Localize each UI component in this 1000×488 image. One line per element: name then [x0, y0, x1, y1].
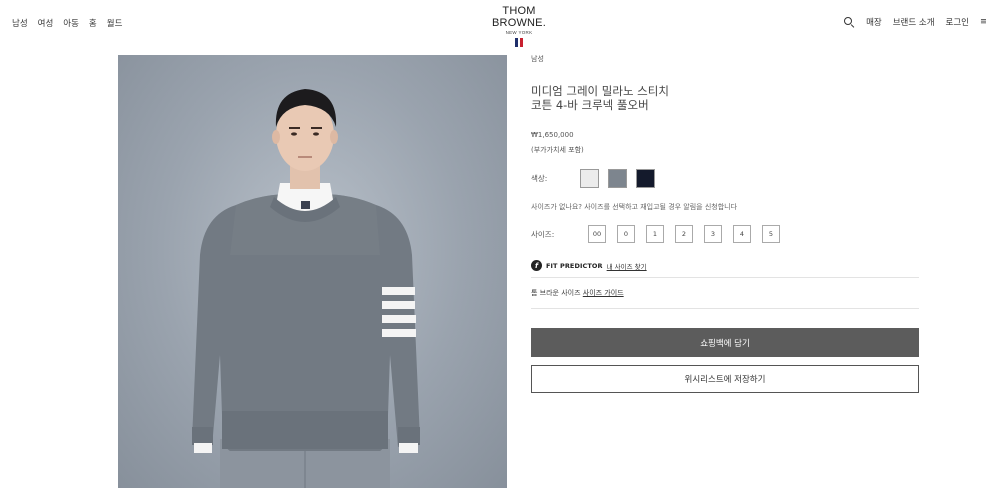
size-option-2[interactable]: 2 — [675, 225, 693, 243]
menu-icon[interactable]: ≡ — [980, 17, 986, 27]
nav-kids[interactable]: 아동 — [63, 17, 79, 29]
product-price: ₩1,650,000 — [531, 131, 574, 139]
main-nav: 남성 여성 아동 홈 월드 — [12, 17, 122, 29]
size-guide-row: 톰 브라운 사이즈 사이즈 가이드 — [531, 288, 919, 300]
size-option-00[interactable]: 00 — [588, 225, 606, 243]
swatch-light-gray[interactable] — [580, 169, 599, 188]
tricolor-stripe-icon — [477, 38, 561, 47]
size-option-1[interactable]: 1 — [646, 225, 664, 243]
size-option-3[interactable]: 3 — [704, 225, 722, 243]
nav-login[interactable]: 로그인 — [946, 16, 969, 28]
color-label: 색상: — [531, 174, 548, 183]
model-sweater-illustration — [192, 89, 420, 488]
divider — [531, 277, 919, 278]
nav-home[interactable]: 홈 — [89, 17, 97, 29]
size-notify-note[interactable]: 사이즈가 없나요? 사이즈를 선택하고 재입고될 경우 알림을 신청합니다 — [531, 202, 919, 212]
fit-predictor-icon: f — [531, 260, 542, 271]
nav-world[interactable]: 월드 — [107, 17, 123, 29]
nav-stores[interactable]: 매장 — [866, 16, 882, 28]
breadcrumb[interactable]: 남성 — [531, 54, 919, 64]
add-to-wishlist-button[interactable]: 위시리스트에 저장하기 — [531, 365, 919, 393]
size-option-0[interactable]: 0 — [617, 225, 635, 243]
product-image[interactable] — [118, 55, 507, 488]
size-label: 사이즈: — [531, 229, 555, 239]
product-details: 남성 미디엄 그레이 밀라노 스티치 코튼 4-바 크루넥 풀오버 ₩1,650… — [531, 54, 919, 393]
add-to-bag-button[interactable]: 쇼핑백에 담기 — [531, 328, 919, 357]
brand-subtitle: NEW YORK — [505, 30, 533, 35]
size-guide-text: 톰 브라운 사이즈 — [531, 289, 581, 297]
site-header: 남성 여성 아동 홈 월드 THOM BROWNE. NEW YORK 매장 브… — [0, 0, 1000, 48]
nav-about-brand[interactable]: 브랜드 소개 — [893, 16, 935, 28]
swatch-navy[interactable] — [636, 169, 655, 188]
product-title-line-2: 코튼 4-바 크루넥 풀오버 — [531, 98, 649, 112]
size-option-5[interactable]: 5 — [762, 225, 780, 243]
nav-men[interactable]: 남성 — [12, 17, 28, 29]
swatch-medium-gray[interactable] — [608, 169, 627, 188]
color-selector: 색상: — [531, 169, 919, 188]
brand-name: THOM BROWNE. — [492, 5, 546, 29]
divider — [531, 308, 919, 309]
fit-predictor-label: FIT PREDICTOR — [546, 261, 603, 270]
tax-note: (부가가치세 포함) — [531, 146, 584, 154]
nav-women[interactable]: 여성 — [38, 17, 54, 29]
size-guide-link[interactable]: 사이즈 가이드 — [583, 289, 624, 297]
find-my-size-link[interactable]: 내 사이즈 찾기 — [607, 261, 647, 271]
brand-logo[interactable]: THOM BROWNE. NEW YORK — [477, 5, 561, 47]
utility-nav: 매장 브랜드 소개 로그인 ≡ — [843, 16, 986, 28]
size-selector: 사이즈: 00 0 1 2 3 4 5 — [531, 225, 919, 243]
product-title-line-1: 미디엄 그레이 밀라노 스티치 — [531, 84, 669, 98]
product-title: 미디엄 그레이 밀라노 스티치 코튼 4-바 크루넥 풀오버 — [531, 84, 731, 112]
search-icon[interactable] — [843, 16, 855, 28]
size-option-4[interactable]: 4 — [733, 225, 751, 243]
fit-predictor: f FIT PREDICTOR 내 사이즈 찾기 — [531, 260, 919, 271]
